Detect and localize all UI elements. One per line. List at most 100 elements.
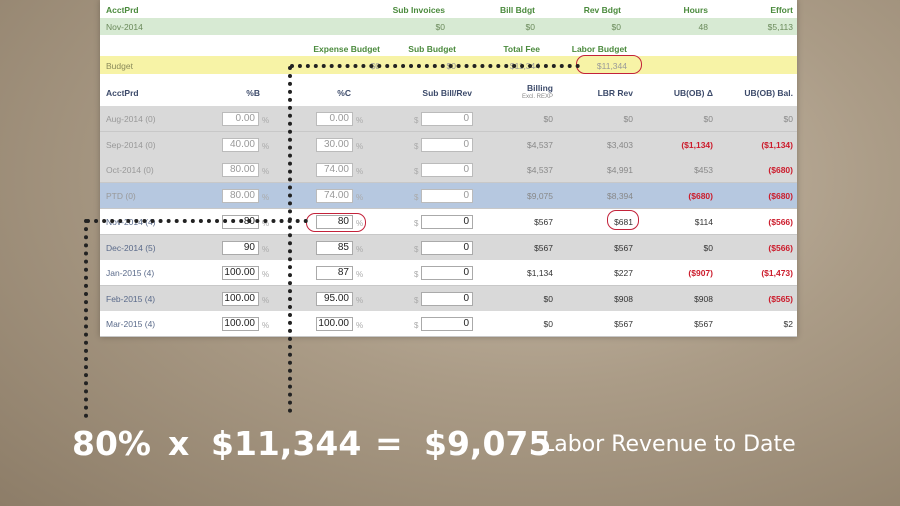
formula-equals: = (375, 424, 403, 463)
cell-billing: $4,537 (527, 140, 553, 150)
dollar-unit: $ (414, 193, 419, 202)
cell-billing: $0 (543, 294, 553, 304)
cell-delta: $453 (694, 165, 713, 175)
dollar-unit: $ (414, 219, 419, 228)
cell-delta: $908 (694, 294, 713, 304)
dollar-unit: $ (414, 245, 419, 254)
sub-budget-header: Sub Budget (408, 44, 456, 54)
cell-billing: $567 (534, 243, 553, 253)
formula-times: x (168, 424, 190, 463)
summary-header: AcctPrd Sub Invoices Bill Bdgt Rev Bdgt … (100, 0, 797, 18)
pct-c-input[interactable]: 30.00 (316, 138, 353, 152)
sub-bill-rev-input[interactable]: 0 (421, 138, 473, 152)
labor-budget-header: Labor Budget (571, 44, 627, 54)
sub-bill-rev-input[interactable]: 0 (421, 112, 473, 126)
connector-budget-horizontal (290, 64, 580, 68)
cell-delta: $0 (703, 114, 713, 124)
sub-bill-rev-input[interactable]: 0 (421, 163, 473, 177)
cell-bal: ($680) (768, 191, 793, 201)
pct-b-input[interactable]: 100.00 (222, 317, 259, 331)
pct-unit: % (356, 245, 364, 254)
table-row: Jan-2015 (4) 100.00% 87% $0 $1,134 $227 ($907)… (100, 260, 797, 286)
sub-bill-rev-input[interactable]: 0 (421, 292, 473, 306)
summary-row: Nov-2014 $0 $0 $0 48 $5,113 (100, 18, 797, 35)
pct-b-input[interactable]: 100.00 (222, 292, 259, 306)
cell-bal: ($680) (768, 165, 793, 175)
lbr-rev-highlight (607, 210, 639, 230)
cell-lbr-rev: $908 (614, 294, 633, 304)
sub-bill-rev-input[interactable]: 0 (421, 241, 473, 255)
pct-unit: % (356, 270, 364, 279)
table-row: PTD (0) 80.00% 74.00% $0 $9,075 $8,394 ($680)(… (100, 183, 797, 209)
pct-unit: % (356, 142, 364, 151)
summary-rev-bdgt: $0 (611, 22, 621, 32)
pct-unit: % (262, 321, 270, 330)
pct-b-input[interactable]: 80.00 (222, 163, 259, 177)
pct-unit: % (262, 245, 270, 254)
col-billing: Billing (527, 83, 553, 93)
pct-c-input[interactable]: 0.00 (316, 112, 353, 126)
grid-column-header: AcctPrd %B %C Sub Bill/Rev Billing Excl.… (100, 76, 797, 107)
summary-period: Nov-2014 (106, 22, 143, 32)
pct-unit: % (262, 167, 270, 176)
col-effort-header: Effort (770, 5, 793, 15)
cell-billing: $4,537 (527, 165, 553, 175)
cell-lbr-rev: $3,403 (607, 140, 633, 150)
pct-unit: % (356, 321, 364, 330)
sub-bill-rev-input[interactable]: 0 (421, 215, 473, 229)
pct-b-input[interactable]: 100.00 (222, 266, 259, 280)
sub-bill-rev-input[interactable]: 0 (421, 189, 473, 203)
pct-c-highlight (306, 213, 366, 232)
pct-unit: % (262, 270, 270, 279)
pct-c-input[interactable]: 85 (316, 241, 353, 255)
connector-pct-vertical (84, 219, 88, 418)
pct-c-input[interactable]: 74.00 (316, 189, 353, 203)
pct-b-input[interactable]: 0.00 (222, 112, 259, 126)
dollar-unit: $ (414, 142, 419, 151)
row-period: PTD (0) (106, 191, 136, 201)
table-row: Aug-2014 (0) 0.00% 0.00% $0 $0 $0 $0 $0 (100, 106, 797, 132)
cell-lbr-rev: $567 (614, 243, 633, 253)
cell-lbr-rev: $4,991 (607, 165, 633, 175)
dollar-unit: $ (414, 321, 419, 330)
row-period: Dec-2014 (5) (106, 243, 156, 253)
sub-bill-rev-input[interactable]: 0 (421, 317, 473, 331)
cell-lbr-rev: $227 (614, 268, 633, 278)
pct-b-input[interactable]: 40.00 (222, 138, 259, 152)
cell-delta: $567 (694, 319, 713, 329)
cell-bal: ($566) (768, 217, 793, 227)
summary-sub-invoices: $0 (435, 22, 445, 32)
connector-budget-vertical (288, 66, 292, 413)
summary-bill-bdgt: $0 (525, 22, 535, 32)
budget-header: Expense Budget Sub Budget Total Fee Labo… (100, 40, 797, 56)
col-acctprd: AcctPrd (106, 88, 139, 98)
col-ub-ob-delta: UB(OB) Δ (673, 88, 713, 98)
pct-c-input[interactable]: 87 (316, 266, 353, 280)
col-acctprd-header: AcctPrd (106, 5, 139, 15)
pct-c-input[interactable]: 95.00 (316, 292, 353, 306)
pct-c-input[interactable]: 74.00 (316, 163, 353, 177)
cell-bal: ($1,134) (761, 140, 793, 150)
col-pct-b: %B (246, 88, 260, 98)
dollar-unit: $ (414, 167, 419, 176)
formula-caption-text: Labor Revenue to Date (542, 432, 796, 457)
row-period: Mar-2015 (4) (106, 319, 156, 329)
cell-delta: $0 (703, 243, 713, 253)
formula-result: $9,075 (424, 424, 552, 463)
pct-unit: % (262, 296, 270, 305)
sub-bill-rev-input[interactable]: 0 (421, 266, 473, 280)
cell-delta: ($1,134) (681, 140, 713, 150)
pct-c-input[interactable]: 100.00 (316, 317, 353, 331)
table-row: Oct-2014 (0) 80.00% 74.00% $0 $4,537 $4,991 $4… (100, 157, 797, 183)
cell-billing: $9,075 (527, 191, 553, 201)
budget-label: Budget (106, 61, 133, 71)
cell-bal: ($566) (768, 243, 793, 253)
col-ub-ob-bal: UB(OB) Bal. (744, 88, 793, 98)
cell-lbr-rev: $0 (623, 114, 633, 124)
cell-delta: ($907) (688, 268, 713, 278)
pct-b-input[interactable]: 80.00 (222, 189, 259, 203)
total-fee-header: Total Fee (503, 44, 540, 54)
formula-amount: $11,344 (211, 424, 362, 463)
pct-b-input[interactable]: 90 (222, 241, 259, 255)
col-sub-bill-rev: Sub Bill/Rev (422, 88, 472, 98)
